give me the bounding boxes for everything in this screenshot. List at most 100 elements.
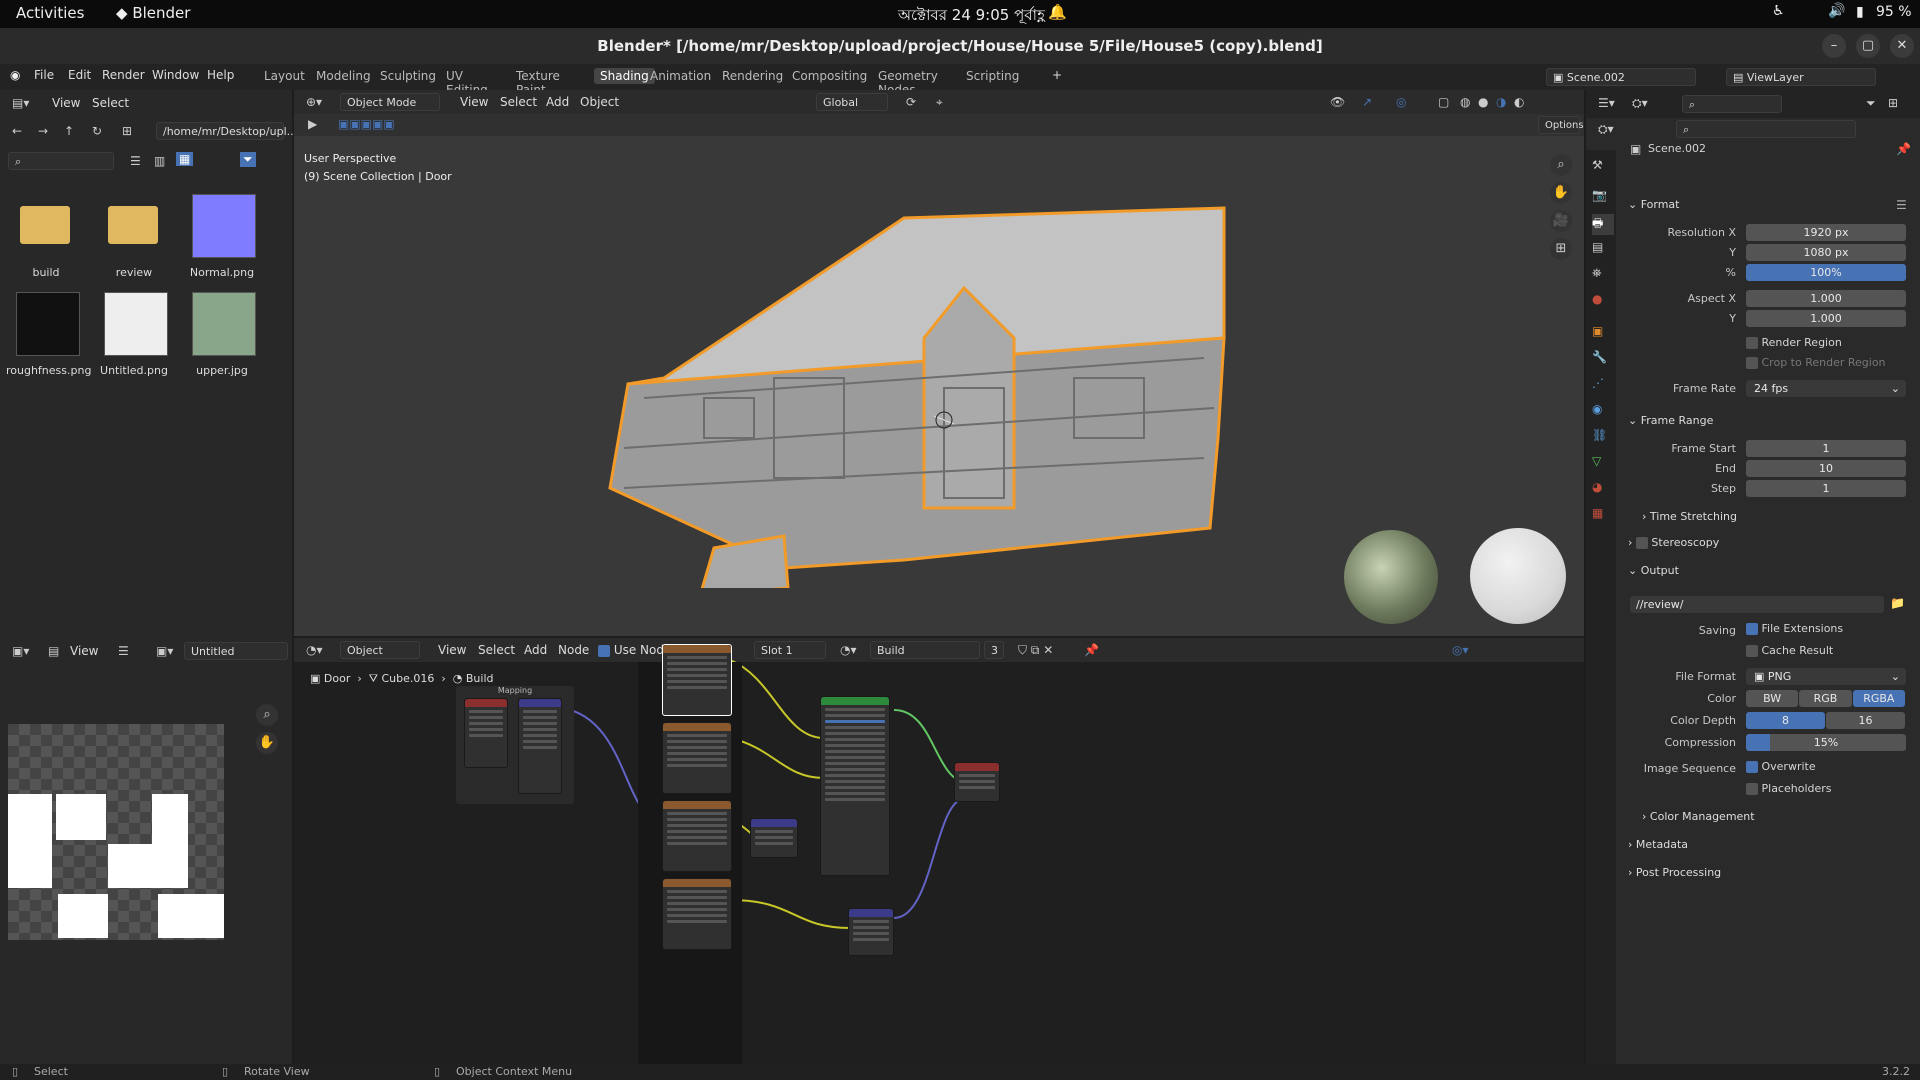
- resolution-x-field[interactable]: 1920 px: [1746, 224, 1906, 241]
- rendered-shading-icon[interactable]: ◐: [1514, 95, 1524, 109]
- viewport-editor-type-icon[interactable]: ⊕▾: [306, 95, 322, 109]
- material-tab-icon[interactable]: ◕: [1592, 480, 1602, 494]
- frame-rate-dropdown[interactable]: 24 fps ⌄: [1746, 380, 1906, 397]
- color-mode-option-rgba[interactable]: RGBA: [1852, 690, 1905, 707]
- image-canvas[interactable]: [8, 724, 224, 940]
- display-mode-icon[interactable]: ⛭▾: [1632, 96, 1648, 111]
- texture-tab-icon[interactable]: ▦: [1592, 506, 1603, 520]
- shader-node-editor[interactable]: ◔▾ Object View Select Add Node Use Nodes…: [294, 638, 1584, 1064]
- workspace-tab-compositing[interactable]: Compositing: [786, 68, 873, 84]
- filter-icon[interactable]: ⏷: [240, 152, 256, 167]
- output-folder-icon[interactable]: 📁: [1890, 596, 1905, 610]
- output-tab-icon[interactable]: 🖶: [1592, 214, 1614, 235]
- gizmo-icon[interactable]: ↗: [1362, 95, 1372, 109]
- 3d-viewport[interactable]: ⊕▾ Object Mode View Select Add Object Gl…: [294, 90, 1584, 636]
- outliner-filter-icon[interactable]: ⏷: [1866, 96, 1876, 111]
- close-button[interactable]: ✕: [1890, 34, 1914, 58]
- material-preview-shading-icon[interactable]: ◑: [1496, 95, 1506, 109]
- refresh-icon[interactable]: ↻: [92, 124, 102, 138]
- menu-render[interactable]: Render: [102, 68, 145, 82]
- aspect-y-field[interactable]: 1.000: [1746, 310, 1906, 327]
- overwrite-checkbox[interactable]: [1746, 761, 1758, 773]
- format-panel-header[interactable]: ⌄ Format: [1628, 198, 1679, 211]
- world-tab-icon[interactable]: ●: [1592, 292, 1602, 306]
- options-dropdown[interactable]: Options: [1538, 116, 1584, 134]
- workspace-tab-layout[interactable]: Layout: [258, 68, 311, 84]
- file-item[interactable]: Untitled.png: [94, 292, 174, 384]
- solid-shading-icon[interactable]: ●: [1478, 95, 1488, 109]
- pin-context-icon[interactable]: 📌: [1896, 142, 1911, 156]
- modifier-tab-icon[interactable]: 🔧: [1592, 350, 1607, 364]
- workspace-tab-modeling[interactable]: Modeling: [310, 68, 377, 84]
- stereoscopy-panel-header[interactable]: › Stereoscopy: [1628, 536, 1719, 549]
- display-list-icon[interactable]: ☰: [130, 154, 141, 168]
- volume-icon[interactable]: 🔊: [1828, 3, 1845, 19]
- file-browser-view-menu[interactable]: View: [52, 96, 80, 110]
- file-format-dropdown[interactable]: ▣ PNG ⌄: [1746, 668, 1906, 685]
- tool-tab-icon[interactable]: ⚒: [1592, 158, 1603, 172]
- object-tab-icon[interactable]: ▣: [1592, 324, 1603, 338]
- color-mode-option-bw[interactable]: BW: [1746, 690, 1799, 707]
- file-item[interactable]: upper.jpg: [182, 292, 262, 384]
- accessibility-icon[interactable]: ♿: [1772, 3, 1785, 19]
- crop-region-checkbox[interactable]: [1746, 357, 1758, 369]
- file-search-input[interactable]: ⌕: [8, 152, 114, 170]
- overwrite-toggle[interactable]: Overwrite: [1746, 760, 1816, 773]
- principled-bsdf-node[interactable]: [820, 696, 890, 876]
- menu-help[interactable]: Help: [207, 68, 234, 82]
- frame-end-field[interactable]: 10: [1746, 460, 1906, 477]
- displacement-node[interactable]: [848, 908, 894, 956]
- menu-edit[interactable]: Edit: [68, 68, 91, 82]
- stereoscopy-checkbox[interactable]: [1635, 537, 1648, 549]
- add-workspace-icon[interactable]: +: [1052, 68, 1062, 82]
- image-texture-node-displacement[interactable]: [662, 878, 732, 950]
- xray-icon[interactable]: ▢: [1438, 95, 1449, 109]
- particles-tab-icon[interactable]: ⋰: [1592, 376, 1604, 390]
- color-management-subpanel[interactable]: › Color Management: [1642, 810, 1755, 823]
- display-vertical-icon[interactable]: ▥: [154, 154, 165, 168]
- frame-range-panel-header[interactable]: ⌄ Frame Range: [1628, 414, 1713, 427]
- normal-map-node[interactable]: [750, 818, 798, 858]
- activities-button[interactable]: Activities: [16, 4, 84, 22]
- outliner-type-icon[interactable]: ☰▾: [1598, 96, 1615, 110]
- maximize-button[interactable]: ▢: [1856, 34, 1880, 58]
- color-mode-option-rgb[interactable]: RGB: [1799, 690, 1852, 707]
- image-browse-icon[interactable]: ▣▾: [156, 644, 173, 658]
- pivot-icon[interactable]: ⟳: [906, 95, 916, 109]
- crop-region-toggle[interactable]: Crop to Render Region: [1746, 356, 1886, 369]
- forward-icon[interactable]: →: [38, 124, 48, 138]
- image-mode-icon[interactable]: ▤: [48, 644, 59, 658]
- visibility-icon[interactable]: 👁: [1330, 95, 1345, 109]
- image-name-field[interactable]: Untitled: [184, 642, 288, 660]
- output-panel-header[interactable]: ⌄ Output: [1628, 564, 1679, 577]
- clock[interactable]: অক্টোবর 24 9:05 পূর্বাহ্ণ: [898, 4, 1045, 29]
- back-icon[interactable]: ←: [12, 124, 22, 138]
- scene-selector[interactable]: ▣ Scene.002: [1546, 68, 1696, 86]
- mode-selector[interactable]: Object Mode: [340, 93, 440, 111]
- new-folder-icon[interactable]: ⊞: [122, 124, 132, 138]
- material-output-node[interactable]: [954, 762, 1000, 802]
- file-item[interactable]: review: [94, 194, 174, 286]
- image-zoom-icon[interactable]: ⌕: [256, 704, 278, 726]
- path-field[interactable]: /home/mr/Desktop/upl...: [156, 122, 297, 140]
- cache-result-toggle[interactable]: Cache Result: [1746, 644, 1833, 657]
- transform-orientation[interactable]: Global: [816, 93, 888, 111]
- file-browser-select-menu[interactable]: Select: [92, 96, 129, 110]
- mapping-node[interactable]: [518, 698, 562, 794]
- texture-coordinate-node[interactable]: [464, 698, 508, 768]
- color-depth-option-8[interactable]: 8: [1746, 712, 1825, 729]
- image-texture-node-roughness[interactable]: [662, 722, 732, 794]
- outliner-search[interactable]: ⌕: [1682, 95, 1782, 113]
- file-item[interactable]: Normal.png: [182, 194, 262, 286]
- render-region-checkbox[interactable]: [1746, 337, 1758, 349]
- notification-bell-icon[interactable]: 🔔: [1048, 3, 1067, 21]
- color-depth-option-16[interactable]: 16: [1826, 712, 1905, 729]
- aspect-x-field[interactable]: 1.000: [1746, 290, 1906, 307]
- placeholders-checkbox[interactable]: [1746, 783, 1758, 795]
- properties-search[interactable]: ⌕: [1676, 120, 1856, 138]
- view-layer-selector[interactable]: ▤ ViewLayer: [1726, 68, 1876, 86]
- constraints-tab-icon[interactable]: ⛓: [1592, 428, 1607, 442]
- viewport-add-menu[interactable]: Add: [546, 95, 569, 109]
- house-model[interactable]: [604, 188, 1284, 588]
- image-editor-view-menu[interactable]: View: [70, 644, 98, 658]
